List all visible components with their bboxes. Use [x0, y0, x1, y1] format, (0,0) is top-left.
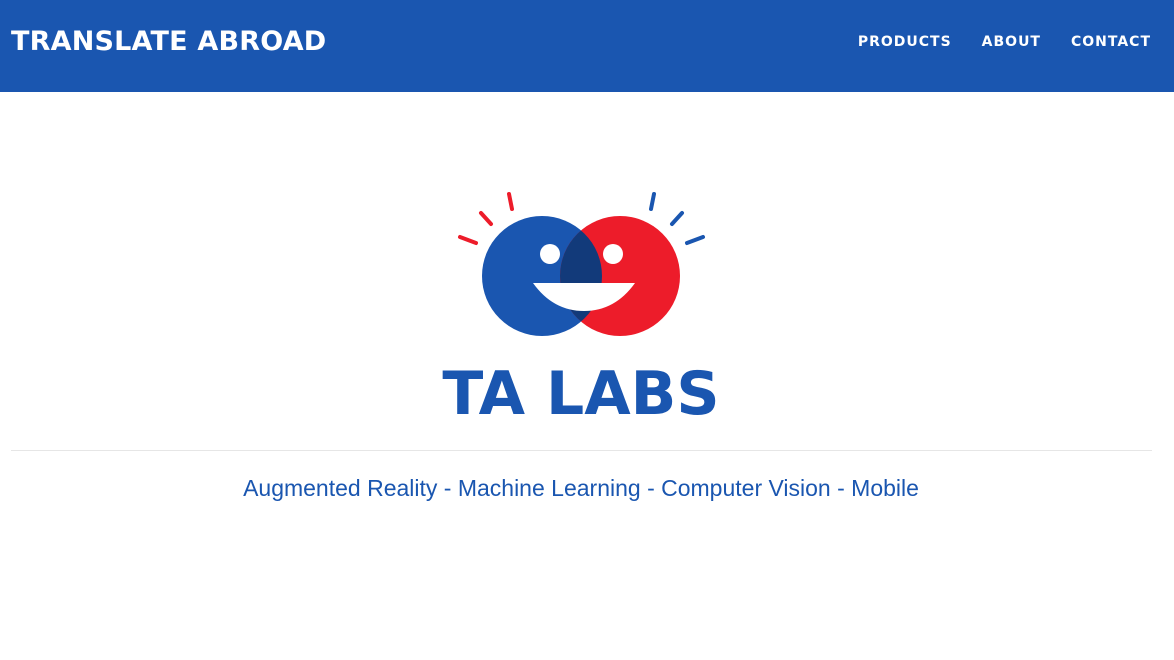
logo-title: TA LABS: [442, 359, 720, 429]
ta-labs-logo: [455, 185, 711, 345]
main-nav: PRODUCTS ABOUT CONTACT: [858, 33, 1151, 51]
smiling-faces-logo-icon: [458, 192, 705, 336]
nav-contact-link[interactable]: CONTACT: [1071, 33, 1151, 51]
nav-products-link[interactable]: PRODUCTS: [858, 33, 952, 51]
tagline: Augmented Reality - Machine Learning - C…: [243, 475, 919, 501]
top-navbar: TRANSLATE ABROAD PRODUCTS ABOUT CONTACT: [0, 0, 1174, 92]
nav-about-link[interactable]: ABOUT: [982, 33, 1041, 51]
section-divider: [11, 450, 1152, 451]
brand-logo-link[interactable]: TRANSLATE ABROAD: [11, 24, 326, 60]
